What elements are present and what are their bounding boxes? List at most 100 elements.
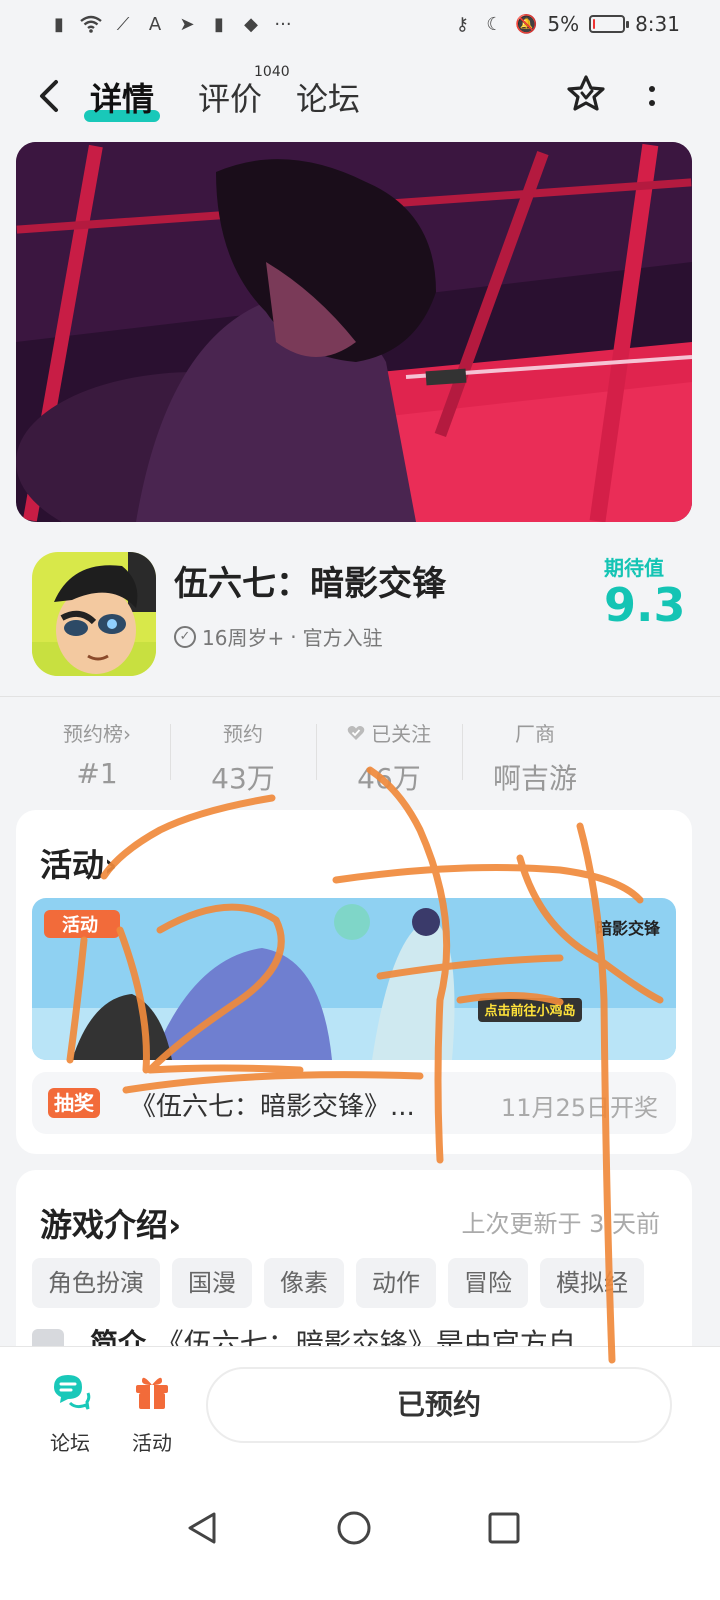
activity-title-text: 活动 xyxy=(40,846,105,884)
battery-icon xyxy=(589,15,630,33)
back-triangle-icon[interactable] xyxy=(184,1510,220,1546)
telegram-icon: ➤ xyxy=(179,13,195,35)
tab-detail-label: 详情 xyxy=(90,80,155,118)
meta-separator: · xyxy=(290,624,297,649)
home-circle-icon[interactable] xyxy=(336,1510,372,1546)
age-rating: 16周岁+ xyxy=(202,626,285,650)
activity-logo-text: 暗影交锋 xyxy=(596,919,661,938)
tag[interactable]: 模拟经 xyxy=(540,1258,644,1308)
tag[interactable]: 冒险 xyxy=(448,1258,528,1308)
bottom-activity-label: 活动 xyxy=(132,1431,172,1455)
app-title: 伍六七：暗影交锋 xyxy=(174,564,446,604)
tab-review-label: 评价 xyxy=(198,80,263,118)
stat-label: 预约榜› xyxy=(24,718,170,747)
gift-icon xyxy=(136,1377,168,1409)
favorite-button[interactable] xyxy=(566,74,606,114)
verified-check-icon: ✓ xyxy=(174,625,196,648)
stat-reserve-rank[interactable]: 预约榜› #1 xyxy=(24,712,170,792)
mute-bell-icon: 🔕 xyxy=(515,13,538,35)
intro-title[interactable]: 游戏介绍› xyxy=(40,1200,181,1246)
wifi-icon xyxy=(80,13,102,35)
lottery-date: 11月25日开奖 xyxy=(500,1094,658,1122)
tag-list: 角色扮演 国漫 像素 动作 冒险 模拟经 xyxy=(32,1258,676,1308)
app-a-icon: A xyxy=(148,13,162,35)
tab-forum[interactable]: 论坛 xyxy=(296,74,360,120)
review-count-badge: 1040 xyxy=(254,64,290,80)
status-icons-right: ⚷ ☾ 🔕 5% 8:31 xyxy=(451,12,680,36)
battery-percent: 5% xyxy=(547,12,580,36)
stat-developer[interactable]: 厂商 啊吉游 xyxy=(462,712,608,795)
activity-cta-text: 点击前往小鸡岛 xyxy=(484,1003,575,1019)
tag[interactable]: 国漫 xyxy=(172,1258,252,1308)
bottom-forum-button[interactable]: 论坛 xyxy=(40,1369,100,1456)
tab-forum-label: 论坛 xyxy=(296,80,361,118)
status-bar: ▮ ⟋ A ➤ ▮ ◆ ··· ⚷ ☾ 🔕 5% 8:31 xyxy=(0,0,720,48)
divider xyxy=(0,696,720,697)
battery-small-icon: ▮ xyxy=(214,13,224,35)
activity-title[interactable]: 活动› xyxy=(40,840,117,886)
tab-detail[interactable]: 详情 xyxy=(84,74,161,122)
dot xyxy=(649,86,655,92)
activity-badge-text: 活动 xyxy=(62,914,98,936)
recents-square-icon[interactable] xyxy=(486,1510,522,1546)
stat-value: 啊吉游 xyxy=(492,762,577,795)
lottery-text: 《伍六七：暗影交锋》... xyxy=(130,1092,415,1122)
chevron-left-icon xyxy=(40,80,58,112)
app-icon[interactable] xyxy=(32,552,156,676)
app-icon-artwork xyxy=(32,552,156,676)
activity-banner-artwork: 活动 点击前往小鸡岛 暗影交锋 xyxy=(32,898,676,1060)
app-meta: ✓ 16周岁+ · 官方入驻 xyxy=(174,622,383,651)
bottom-action-bar: 论坛 活动 已预约 xyxy=(0,1346,720,1466)
stats-row: 预约榜› #1 预约 43万 已关注 46万 厂商 啊吉游 xyxy=(24,712,624,795)
bottom-activity-button[interactable]: 活动 xyxy=(122,1369,182,1456)
reserved-button[interactable]: 已预约 xyxy=(206,1367,672,1443)
key-icon: ⚷ xyxy=(455,13,469,35)
stat-followers[interactable]: 已关注 46万 xyxy=(316,712,462,795)
activity-banner[interactable]: 活动 点击前往小鸡岛 暗影交锋 xyxy=(32,898,676,1060)
intro-card: 游戏介绍› 上次更新于 3 天前 角色扮演 国漫 像素 动作 冒险 模拟经 简介… xyxy=(16,1170,692,1370)
battery-fill xyxy=(593,19,596,29)
qq-icon: ◆ xyxy=(244,13,258,35)
game-banner[interactable] xyxy=(16,142,692,522)
tag[interactable]: 动作 xyxy=(356,1258,436,1308)
tab-review[interactable]: 评价 1040 xyxy=(198,64,290,120)
clock: 8:31 xyxy=(635,12,680,36)
chevron-right-icon: › xyxy=(104,846,118,884)
stat-value: 43万 xyxy=(211,762,275,795)
stat-label-text: 已关注 xyxy=(371,722,432,746)
stat-label: 已关注 xyxy=(316,718,462,747)
back-button[interactable] xyxy=(36,76,68,116)
moon-icon: ☾ xyxy=(486,13,503,35)
activity-card: 活动› 活动 点击前往小鸡岛 暗影交锋 抽奖 《伍六七：暗影交锋》... 11月… xyxy=(16,810,692,1154)
top-nav: 详情 评价 1040 论坛 xyxy=(0,62,720,132)
dot xyxy=(649,100,655,106)
stat-reservations: 预约 43万 xyxy=(170,712,316,795)
banner-artwork xyxy=(16,142,692,522)
tag[interactable]: 像素 xyxy=(264,1258,344,1308)
chat-bubble-icon xyxy=(54,1375,91,1410)
tag[interactable]: 角色扮演 xyxy=(32,1258,160,1308)
stat-label: 厂商 xyxy=(515,722,555,746)
expect-score: 9.3 xyxy=(604,578,686,632)
stat-label: 预约 xyxy=(223,722,263,746)
chevron-right-icon: › xyxy=(168,1206,182,1244)
star-icon xyxy=(567,75,605,111)
intro-title-text: 游戏介绍 xyxy=(40,1206,169,1244)
bottom-forum-label: 论坛 xyxy=(50,1431,90,1455)
more-notifications-icon: ··· xyxy=(274,13,292,35)
heart-icon xyxy=(347,726,365,740)
system-nav-bar xyxy=(0,1466,720,1600)
expect-label: 期待值 xyxy=(604,556,664,580)
last-updated: 上次更新于 3 天前 xyxy=(461,1210,660,1238)
status-icons-left: ▮ ⟋ A ➤ ▮ ◆ ··· xyxy=(48,13,294,35)
more-menu-button[interactable] xyxy=(640,74,664,118)
stat-value: #1 xyxy=(76,757,118,790)
lottery-badge: 抽奖 xyxy=(48,1088,100,1118)
lottery-row[interactable]: 抽奖 《伍六七：暗影交锋》... 11月25日开奖 xyxy=(32,1072,676,1134)
stat-label-text: 预约榜 xyxy=(63,722,123,746)
sim-icon: ▮ xyxy=(54,13,64,35)
stat-value: 46万 xyxy=(357,762,421,795)
chevron-right-icon: › xyxy=(123,722,131,746)
link-icon: ⟋ xyxy=(116,13,130,35)
official-label: 官方入驻 xyxy=(302,626,383,650)
